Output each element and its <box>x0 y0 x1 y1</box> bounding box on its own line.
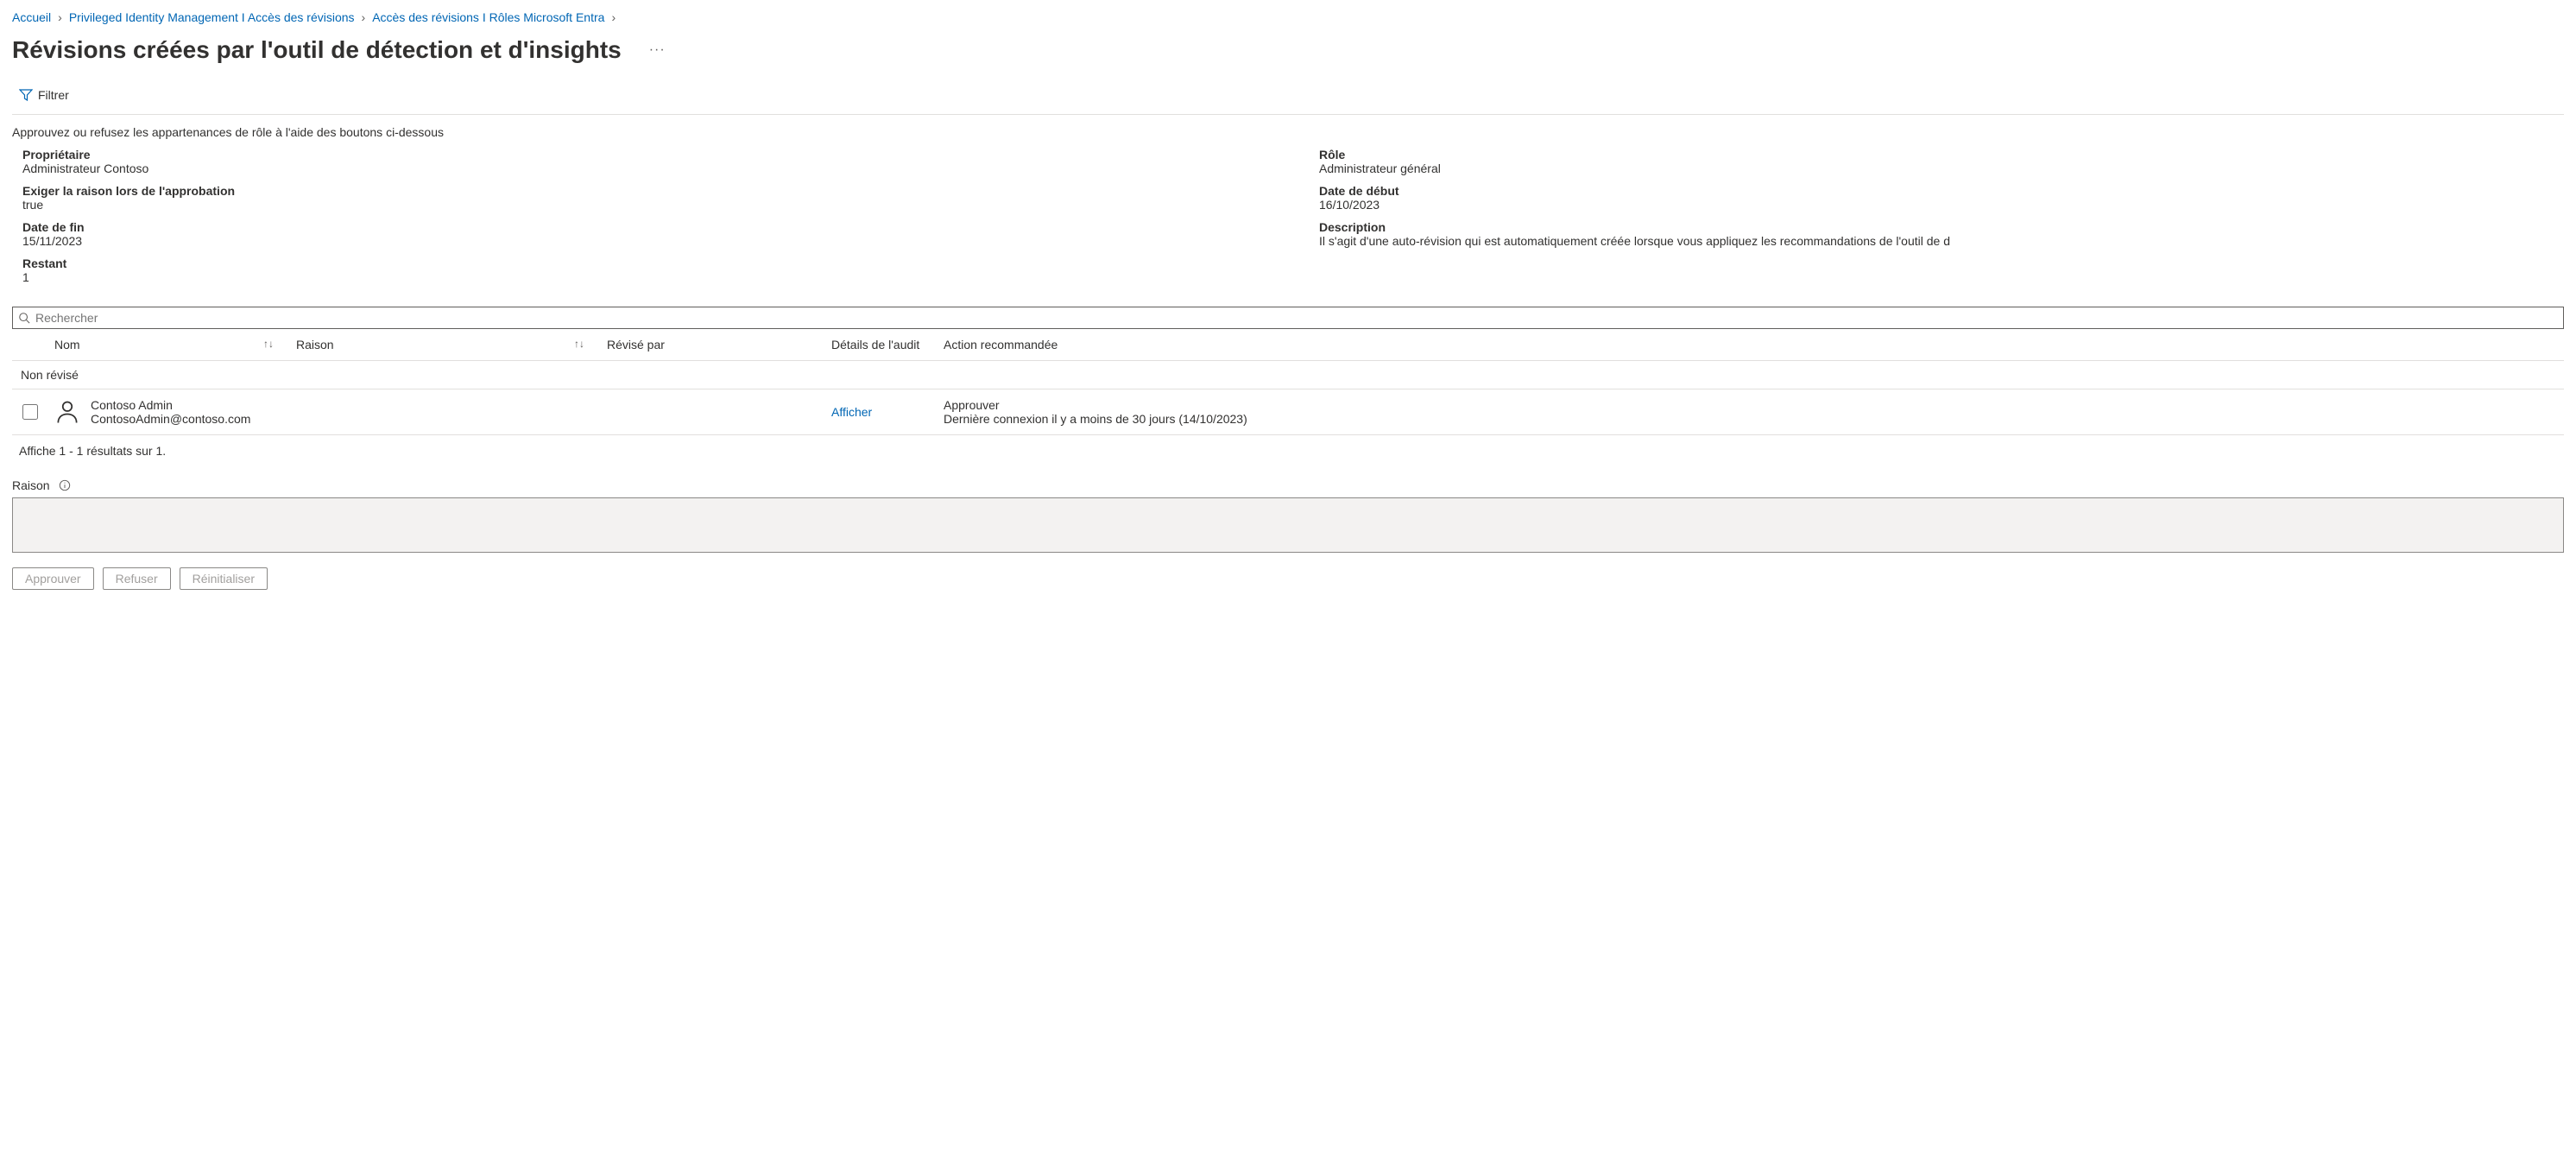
details-grid: Propriétaire Administrateur Contoso Exig… <box>12 148 2564 301</box>
page-title: Révisions créées par l'outil de détectio… <box>12 36 622 64</box>
column-header-checkbox <box>12 329 47 361</box>
column-header-reviewed-by[interactable]: Révisé par <box>600 329 824 361</box>
user-display-name: Contoso Admin <box>91 398 250 412</box>
remaining-label: Restant <box>22 256 1267 270</box>
column-header-reason-label: Raison <box>296 338 334 351</box>
breadcrumb-home[interactable]: Accueil <box>12 10 51 24</box>
filter-button[interactable]: Filtrer <box>12 85 76 105</box>
search-container <box>12 307 2564 329</box>
search-icon <box>18 312 30 324</box>
require-reason-value: true <box>22 198 1267 212</box>
divider <box>12 114 2564 115</box>
filter-label: Filtrer <box>38 88 69 102</box>
info-icon[interactable] <box>59 479 71 491</box>
breadcrumb: Accueil › Privileged Identity Management… <box>12 7 2564 31</box>
group-row: Non révisé <box>12 361 2564 389</box>
description-label: Description <box>1319 220 2564 234</box>
column-header-recommended-action-label: Action recommandée <box>944 338 1058 351</box>
sort-icon: ↑↓ <box>263 338 282 350</box>
column-header-audit[interactable]: Détails de l'audit <box>824 329 937 361</box>
owner-label: Propriétaire <box>22 148 1267 161</box>
row-checkbox[interactable] <box>22 404 38 420</box>
group-label: Non révisé <box>12 361 2564 389</box>
cell-reviewed-by <box>600 389 824 435</box>
chevron-right-icon: › <box>58 10 62 24</box>
column-header-recommended-action[interactable]: Action recommandée <box>937 329 2564 361</box>
start-date-label: Date de début <box>1319 184 2564 198</box>
chevron-right-icon: › <box>362 10 366 24</box>
instruction-text: Approuvez ou refusez les appartenances d… <box>12 123 2564 148</box>
column-header-name[interactable]: Nom ↑↓ <box>47 329 289 361</box>
reset-button[interactable]: Réinitialiser <box>180 567 268 590</box>
user-email: ContosoAdmin@contoso.com <box>91 412 250 426</box>
search-input[interactable] <box>30 308 2563 327</box>
end-date-value: 15/11/2023 <box>22 234 1267 248</box>
recommended-action-detail: Dernière connexion il y a moins de 30 jo… <box>944 412 2557 426</box>
table-row: Contoso Admin ContosoAdmin@contoso.com A… <box>12 389 2564 435</box>
avatar-icon <box>54 399 80 425</box>
remaining-value: 1 <box>22 270 1267 284</box>
approve-button[interactable]: Approuver <box>12 567 94 590</box>
owner-value: Administrateur Contoso <box>22 161 1267 175</box>
deny-button[interactable]: Refuser <box>103 567 171 590</box>
require-reason-label: Exiger la raison lors de l'approbation <box>22 184 1267 198</box>
column-header-audit-label: Détails de l'audit <box>831 338 919 351</box>
end-date-label: Date de fin <box>22 220 1267 234</box>
more-actions-button[interactable]: ··· <box>642 39 672 61</box>
column-header-name-label: Nom <box>54 338 80 351</box>
reason-label: Raison <box>12 478 50 492</box>
start-date-value: 16/10/2023 <box>1319 198 2564 212</box>
breadcrumb-roles[interactable]: Accès des révisions I Rôles Microsoft En… <box>372 10 604 24</box>
role-value: Administrateur général <box>1319 161 2564 175</box>
results-count: Affiche 1 - 1 résultats sur 1. <box>12 435 2564 478</box>
reason-textarea[interactable] <box>12 497 2564 553</box>
filter-icon <box>19 88 33 102</box>
audit-details-link[interactable]: Afficher <box>831 405 872 419</box>
description-value: Il s'agit d'une auto-révision qui est au… <box>1319 234 2564 248</box>
cell-reason <box>289 389 600 435</box>
role-label: Rôle <box>1319 148 2564 161</box>
column-header-reason[interactable]: Raison ↑↓ <box>289 329 600 361</box>
chevron-right-icon: › <box>611 10 616 24</box>
sort-icon: ↑↓ <box>574 338 593 350</box>
results-table: Nom ↑↓ Raison ↑↓ Révisé par Détails de l… <box>12 329 2564 435</box>
recommended-action: Approuver <box>944 398 2557 412</box>
breadcrumb-pim[interactable]: Privileged Identity Management I Accès d… <box>69 10 355 24</box>
column-header-reviewed-by-label: Révisé par <box>607 338 665 351</box>
